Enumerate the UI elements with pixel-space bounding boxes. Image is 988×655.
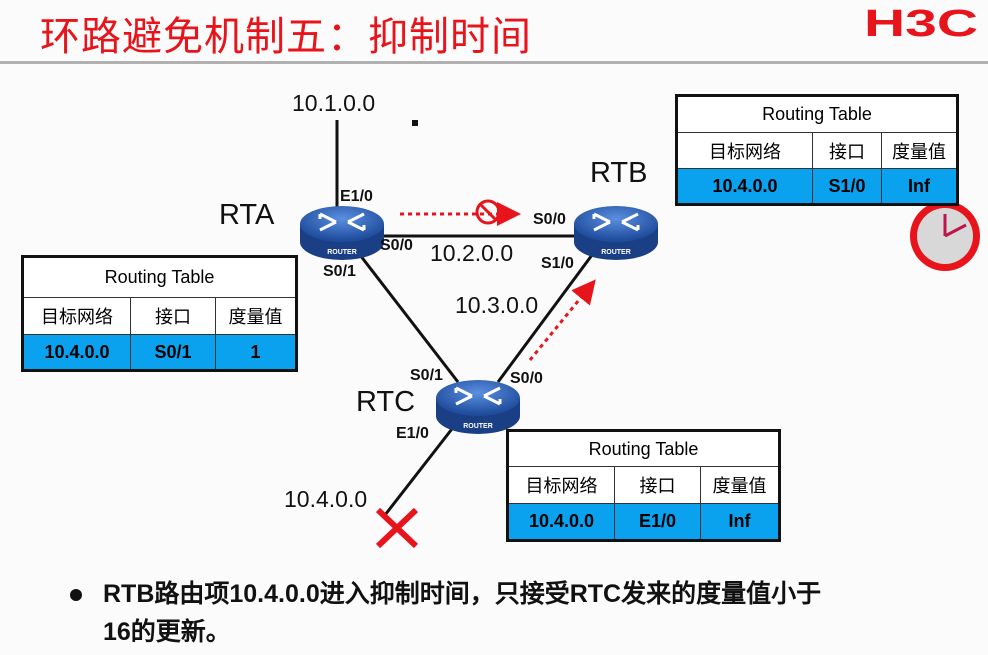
header-dest: 目标网络 (507, 466, 615, 504)
table-title: Routing Table (676, 95, 958, 133)
port-rta-s01: S0/1 (323, 263, 356, 280)
clock-icon (910, 201, 980, 271)
header-iface: 接口 (130, 297, 216, 335)
table-row: 10.4.0.0 S1/0 Inf (676, 168, 958, 205)
table-title: Routing Table (22, 256, 297, 298)
bullet-text: RTB路由项10.4.0.0进入抑制时间，只接受RTC发来的度量值小于16的更新… (103, 580, 822, 646)
header-iface: 接口 (614, 466, 701, 504)
port-rta-e10: E1/0 (340, 188, 373, 205)
port-rtc-s00: S0/0 (510, 370, 543, 387)
router-name-rtc: RTC (356, 386, 416, 418)
table-row: 10.4.0.0 E1/0 Inf (507, 503, 780, 541)
bullet-dot (70, 589, 82, 601)
header-metric: 度量值 (881, 132, 958, 169)
network-label-bc: 10.3.0.0 (455, 292, 539, 318)
failure-x-icon (375, 507, 419, 549)
router-icon-label-rta: ROUTER (327, 249, 357, 256)
forbidden-icon (475, 199, 501, 225)
network-label-bottom: 10.4.0.0 (284, 486, 368, 512)
network-label-top: 10.1.0.0 (292, 90, 376, 116)
router-name-rtb: RTB (590, 157, 648, 189)
table-title: Routing Table (507, 430, 780, 467)
routing-table-rtc: Routing Table 目标网络 接口 度量值 10.4.0.0 E1/0 Inf (506, 429, 781, 542)
port-rtb-s10: S1/0 (541, 255, 574, 272)
header-metric: 度量值 (700, 466, 780, 504)
header-dest: 目标网络 (22, 297, 131, 335)
port-rtb-s00: S0/0 (533, 211, 566, 228)
table-row: 10.4.0.0 S0/1 1 (22, 334, 297, 371)
header-iface: 接口 (812, 132, 882, 169)
network-label-ab: 10.2.0.0 (430, 240, 514, 266)
header-dest: 目标网络 (676, 132, 813, 169)
port-rtc-e10: E1/0 (396, 425, 429, 442)
router-name-rta: RTA (219, 199, 275, 231)
dot-marker (412, 120, 418, 126)
header-metric: 度量值 (215, 297, 297, 335)
routing-table-rta: Routing Table 目标网络 接口 度量值 10.4.0.0 S0/1 1 (21, 255, 298, 372)
port-rtc-s01: S0/1 (410, 367, 443, 384)
bullet-list: RTB路由项10.4.0.0进入抑制时间，只接受RTC发来的度量值小于16的更新… (70, 575, 823, 651)
link-rta-rtc (358, 254, 460, 383)
port-rta-s00: S0/0 (380, 237, 413, 254)
router-icon-label-rtc: ROUTER (463, 423, 493, 430)
routing-table-rtb: Routing Table 目标网络 接口 度量值 10.4.0.0 S1/0 Inf (675, 94, 959, 206)
router-icon-label-rtb: ROUTER (601, 249, 631, 256)
